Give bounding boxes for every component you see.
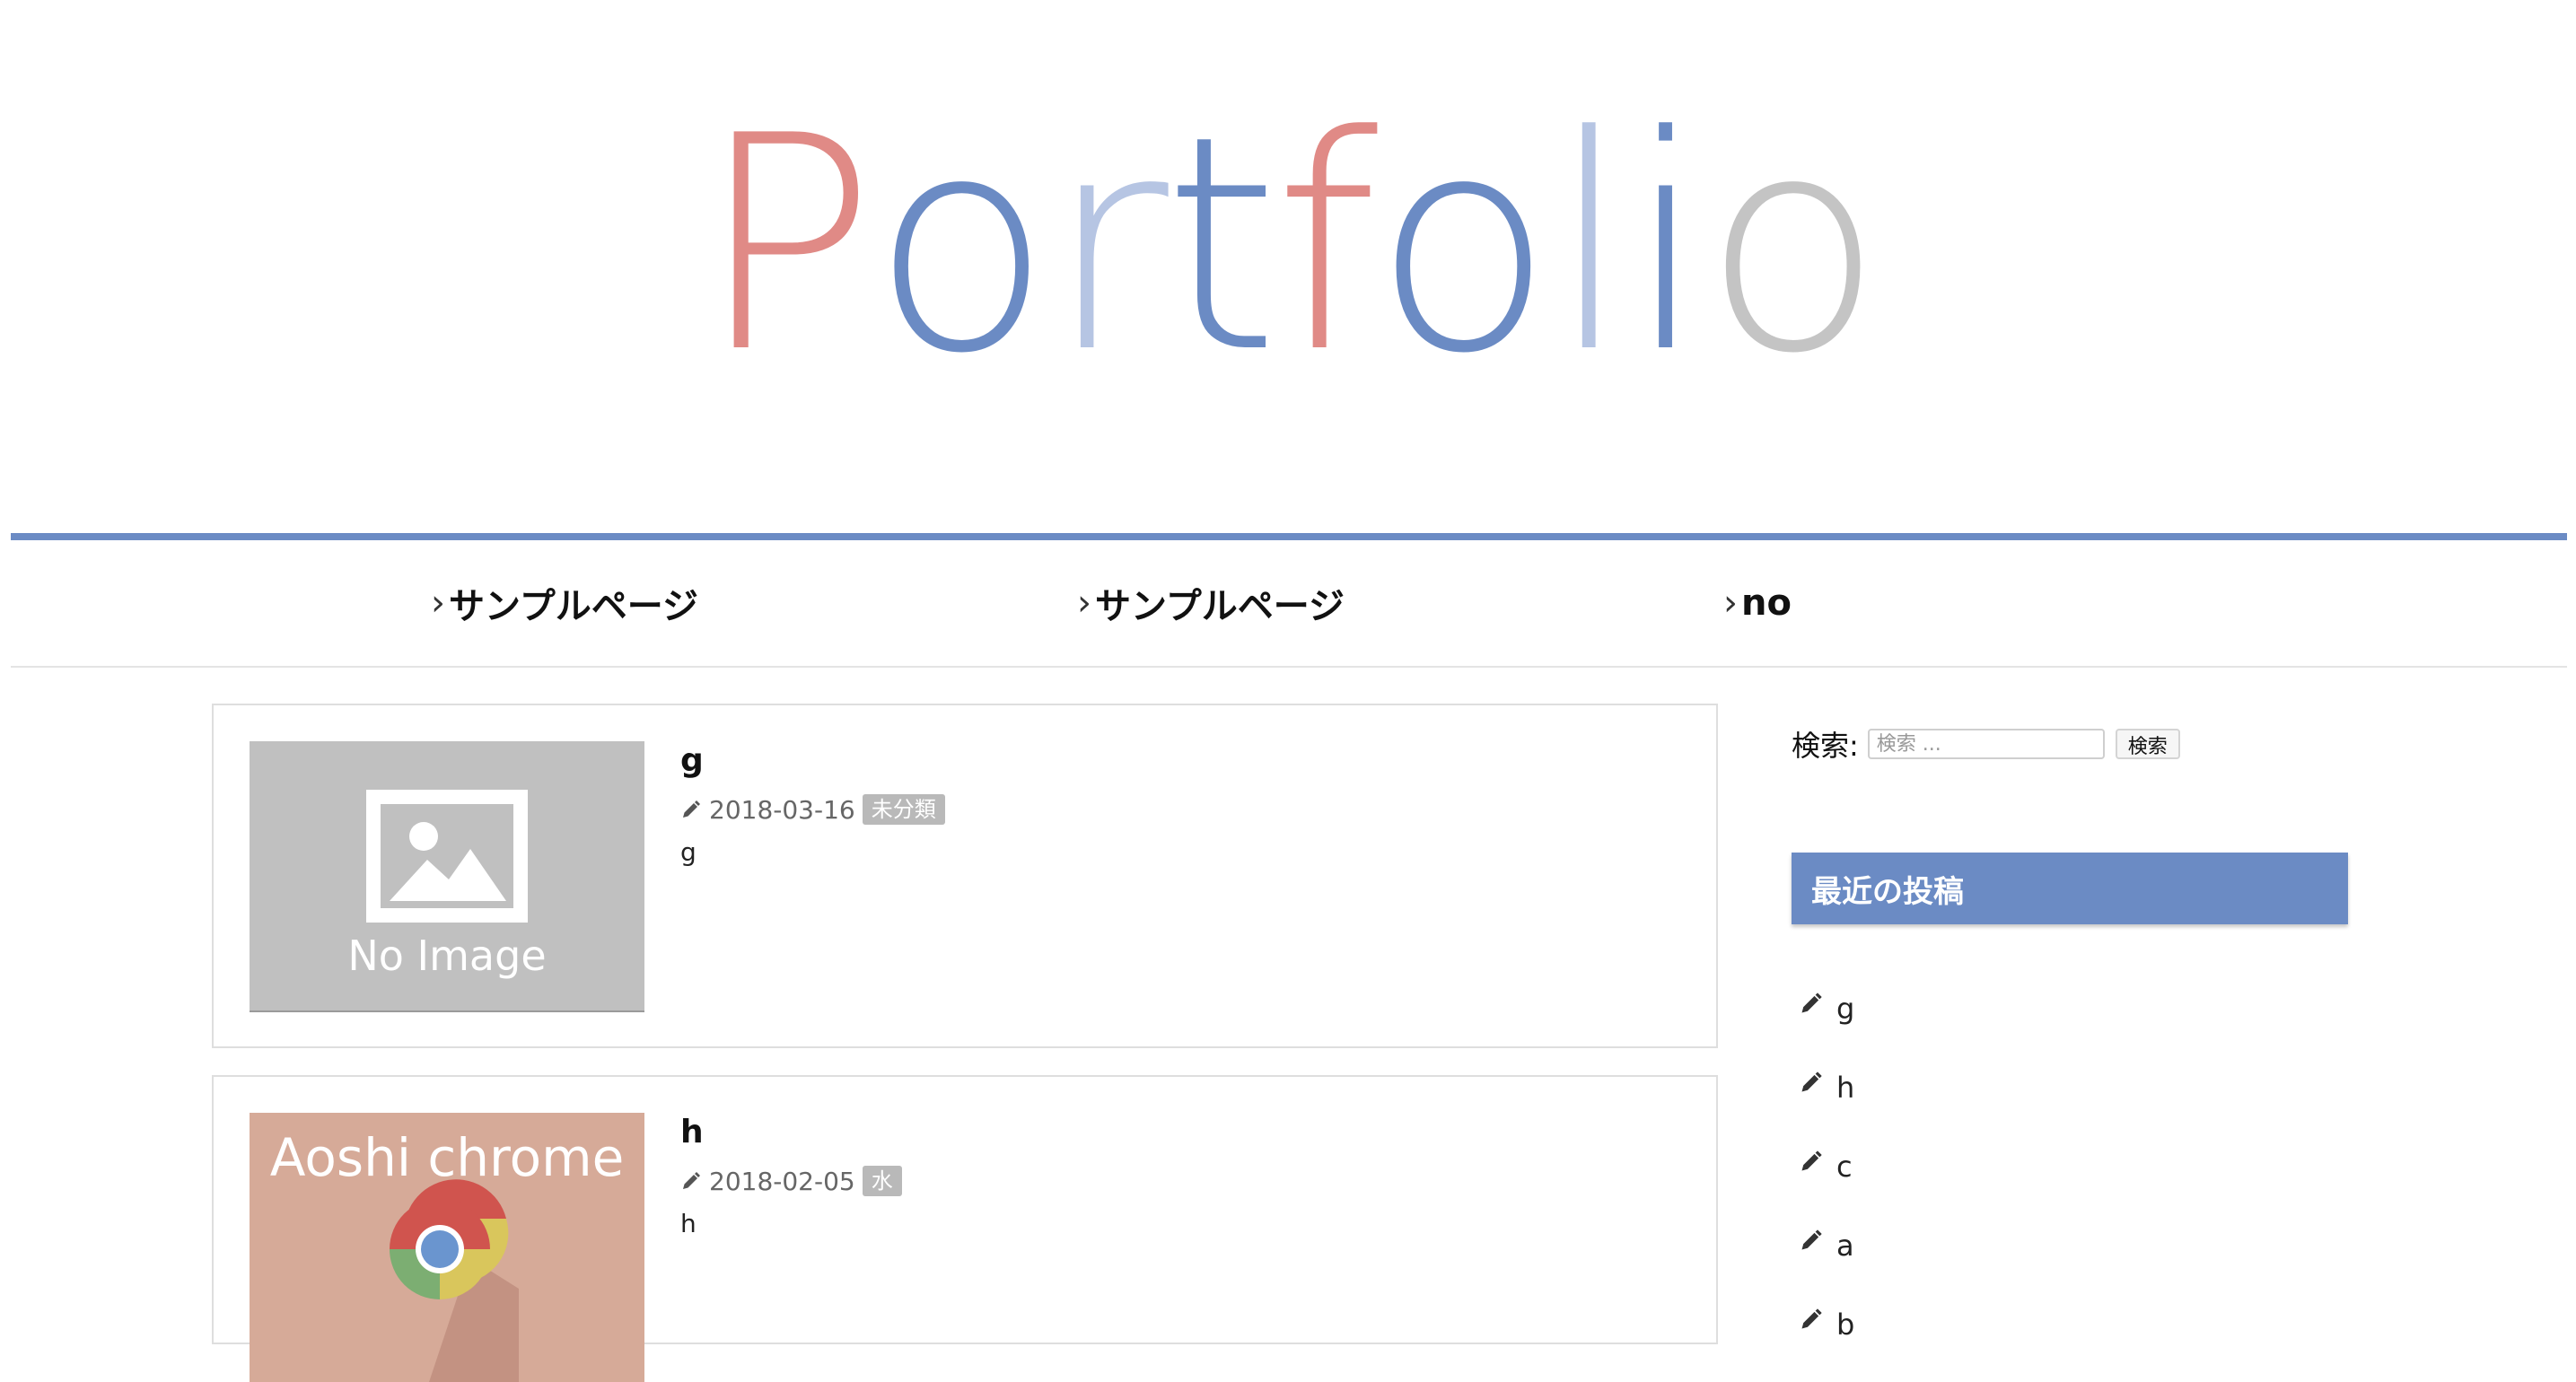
site-logo[interactable]: Portfolio — [0, 97, 2576, 393]
post-excerpt: h — [680, 1209, 697, 1238]
search-label: 検索: — [1792, 729, 1859, 763]
search-input[interactable] — [1867, 729, 2105, 759]
header-divider — [11, 533, 2567, 540]
chevron-right-icon: › — [1723, 582, 1738, 624]
search-widget: 検索: 検索 — [1792, 723, 2180, 765]
post-thumbnail[interactable]: No Image — [250, 741, 644, 1012]
post-date: 2018-02-05 — [709, 1166, 855, 1196]
nav-item-label: サンプルページ — [449, 586, 698, 627]
nav-item-label: サンプルページ — [1095, 586, 1345, 627]
nav-item-sample-page-1[interactable]: › サンプルページ — [431, 576, 698, 630]
recent-post-label: a — [1836, 1229, 1854, 1263]
recent-post-item[interactable]: a — [1799, 1206, 1854, 1285]
recent-posts-list: g h c a b — [1799, 969, 1854, 1364]
search-button[interactable]: 検索 — [2115, 729, 2180, 759]
pencil-icon — [1801, 1071, 1822, 1092]
nav-item-no[interactable]: › no — [1723, 576, 1792, 630]
category-badge[interactable]: 水 — [862, 1166, 902, 1196]
logo-letter: o — [1372, 73, 1554, 417]
recent-post-label: h — [1836, 1071, 1855, 1105]
nav-item-sample-page-2[interactable]: › サンプルページ — [1077, 576, 1345, 630]
chevron-right-icon: › — [1077, 582, 1091, 624]
logo-letter: o — [1702, 73, 1884, 417]
post-excerpt: g — [680, 837, 697, 867]
logo-letter: l — [1548, 73, 1631, 417]
logo-letter: f — [1274, 73, 1378, 417]
recent-post-item[interactable]: h — [1799, 1048, 1854, 1127]
no-image-label: No Image — [347, 932, 547, 980]
recent-post-item[interactable]: b — [1799, 1285, 1854, 1364]
post-meta: 2018-02-05 水 — [680, 1163, 902, 1199]
recent-post-label: c — [1836, 1150, 1853, 1184]
nav-divider — [11, 666, 2567, 668]
pencil-icon — [683, 1172, 700, 1189]
recent-post-label: b — [1836, 1308, 1855, 1342]
pencil-icon — [1801, 1150, 1822, 1171]
post-title[interactable]: g — [680, 741, 945, 781]
post-title[interactable]: h — [680, 1113, 902, 1152]
logo-letter: r — [1047, 73, 1169, 417]
chrome-logo-icon — [390, 1179, 519, 1382]
global-nav: › サンプルページ › サンプルページ › no — [11, 540, 2567, 666]
post-meta: 2018-03-16 未分類 — [680, 792, 945, 827]
recent-posts-title: 最近の投稿 — [1792, 853, 2348, 924]
chevron-right-icon: › — [431, 582, 445, 624]
logo-letter: P — [697, 73, 876, 417]
nav-item-label: no — [1741, 582, 1792, 624]
logo-letter: i — [1625, 73, 1708, 417]
post-card: No Image g 2018-03-16 未分類 g — [212, 704, 1718, 1048]
logo-letter: t — [1162, 73, 1279, 417]
post-card: Aoshi chrome h 2018-02-05 水 h — [212, 1075, 1718, 1382]
post-thumbnail[interactable]: Aoshi chrome — [250, 1113, 644, 1382]
pencil-icon — [683, 800, 700, 818]
image-icon — [366, 790, 528, 923]
site-header: Portfolio — [0, 0, 2576, 535]
post-date: 2018-03-16 — [709, 794, 855, 825]
pencil-icon — [1801, 993, 1822, 1013]
recent-post-item[interactable]: c — [1799, 1127, 1854, 1206]
category-badge[interactable]: 未分類 — [862, 794, 945, 825]
logo-letter: o — [871, 73, 1052, 417]
pencil-icon — [1801, 1229, 1822, 1250]
pencil-icon — [1801, 1308, 1822, 1329]
recent-post-label: g — [1836, 992, 1855, 1026]
recent-post-item[interactable]: g — [1799, 969, 1854, 1048]
